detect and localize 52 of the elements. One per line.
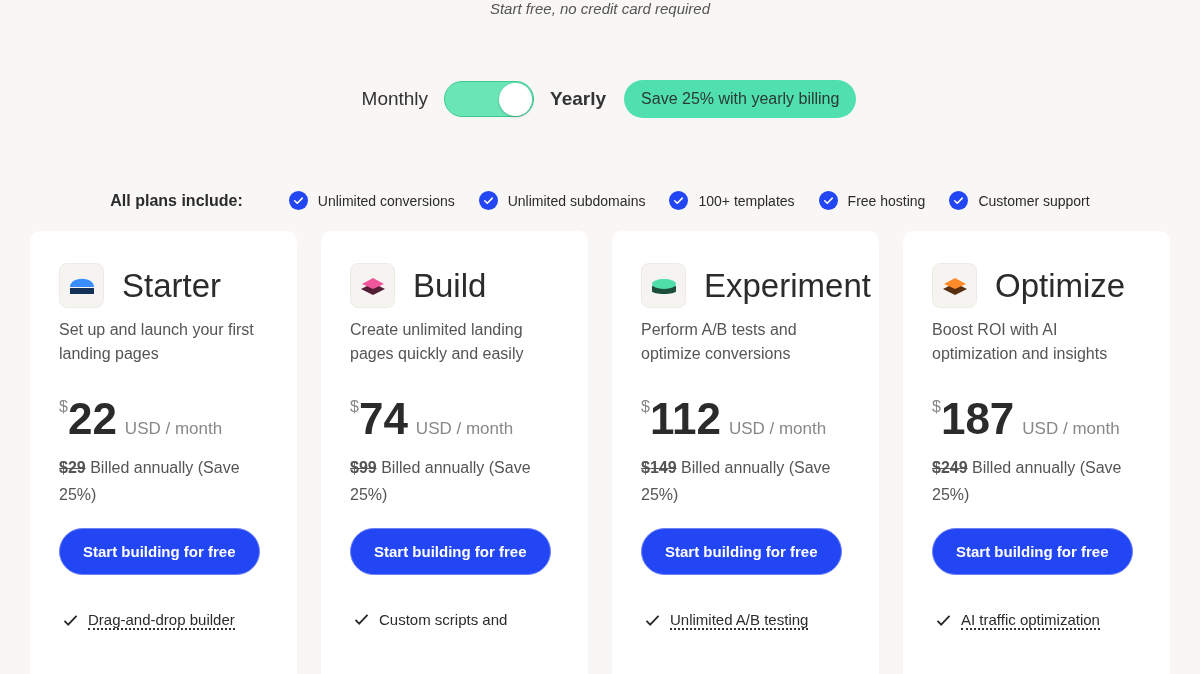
check-circle-icon	[949, 191, 969, 210]
check-circle-icon	[478, 191, 498, 210]
check-circle-icon	[818, 191, 838, 210]
billing-note: $29 Billed annually (Save 25%)	[59, 458, 241, 505]
check-circle-icon	[288, 191, 308, 210]
start-button[interactable]: Start building for free	[932, 528, 1133, 575]
billing-option[interactable]: Monthly	[361, 88, 429, 110]
price-period: USD / month	[728, 419, 827, 439]
currency-sign: $	[59, 398, 68, 415]
billing-option[interactable]: Yearly	[550, 88, 607, 110]
check-icon	[645, 614, 660, 627]
check-icon	[936, 614, 951, 627]
included-feature: Unlimited conversions	[317, 192, 455, 209]
start-button[interactable]: Start building for free	[641, 528, 842, 575]
price-period: USD / month	[124, 419, 223, 439]
plan-name: Experiment	[704, 266, 871, 305]
plan-feature: Unlimited A/B testing	[670, 611, 809, 630]
includes-label: All plans include:	[110, 191, 243, 210]
billing-note: $149 Billed annually (Save 25%)	[641, 458, 832, 505]
price-period: USD / month	[1022, 419, 1120, 439]
included-feature: Customer support	[978, 192, 1090, 209]
included-feature: 100+ templates	[698, 192, 795, 209]
price: 22	[67, 394, 117, 444]
plan-feature: Drag-and-drop builder	[88, 611, 235, 630]
plan-name: Starter	[122, 266, 222, 305]
price-period: USD / month	[415, 419, 514, 439]
price: 74	[358, 394, 408, 444]
plan-name: Optimize	[995, 266, 1126, 305]
check-circle-icon	[669, 191, 689, 210]
plan-description: Boost ROI with AI optimization and insights	[932, 320, 1109, 364]
billing-note: $249 Billed annually (Save 25%)	[932, 458, 1123, 505]
start-button[interactable]: Start building for free	[59, 528, 260, 575]
plan-name: Build	[413, 266, 487, 305]
currency-sign: $	[641, 398, 650, 415]
plan-description: Perform A/B tests and optimize conversions	[641, 320, 798, 364]
billing-note: $99 Billed annually (Save 25%)	[350, 458, 532, 505]
included-feature: Unlimited subdomains	[507, 192, 646, 209]
plan-description: Set up and launch your first landing pages	[59, 320, 255, 364]
plan-description: Create unlimited landing pages quickly and easily	[350, 320, 525, 364]
check-icon	[63, 614, 78, 627]
price: 112	[649, 394, 721, 444]
currency-sign: $	[932, 398, 941, 415]
billing-toggle[interactable]	[444, 81, 535, 117]
price: 187	[940, 394, 1015, 444]
plan-feature: AI traffic optimization	[961, 611, 1100, 630]
check-icon	[354, 613, 369, 626]
included-feature: Free hosting	[847, 192, 926, 209]
start-button[interactable]: Start building for free	[350, 528, 551, 575]
plan-feature: Custom scripts and	[379, 611, 508, 628]
savings-badge: Save 25% with yearly billing	[624, 80, 857, 118]
subtitle: Start free, no credit card required	[488, 0, 712, 18]
currency-sign: $	[350, 398, 359, 415]
